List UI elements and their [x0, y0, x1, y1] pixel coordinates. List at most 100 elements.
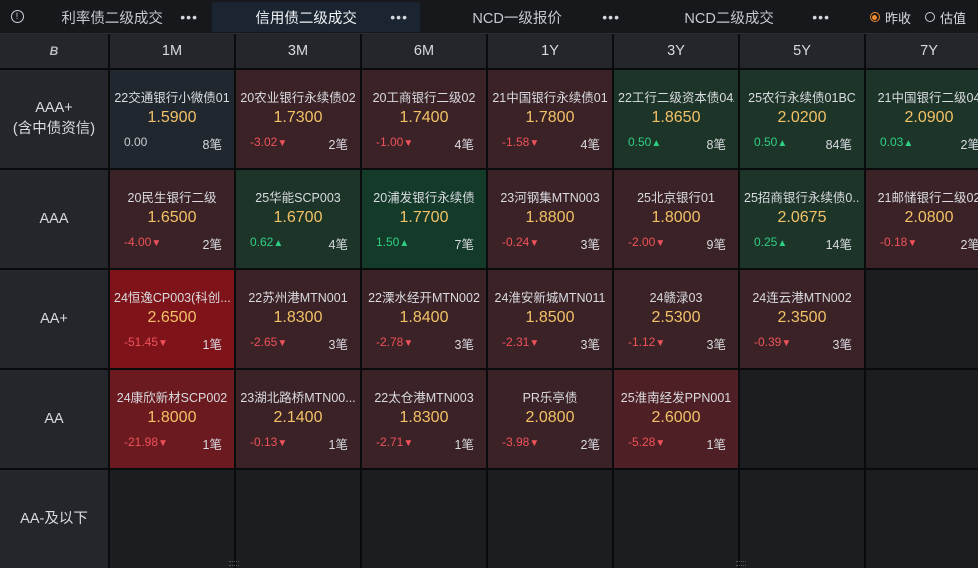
- trade-count: 1笔: [202, 438, 222, 452]
- bond-yield: 2.6000: [651, 409, 701, 426]
- bond-cell[interactable]: 24连云港MTN002 2.3500 -0.39▼ 3笔: [740, 270, 864, 368]
- bond-cell[interactable]: 22交通银行小微债01 1.5900 0.00 8笔: [110, 70, 234, 168]
- bond-cell[interactable]: 24淮安新城MTN011 1.8500 -2.31▼ 3笔: [488, 270, 612, 368]
- tab-ncd-secondary[interactable]: NCD二级成交 •••: [636, 2, 842, 32]
- empty-cell: [740, 370, 864, 468]
- bond-name: 22交通银行小微债01: [114, 91, 230, 105]
- bond-yield: 1.7300: [273, 109, 323, 126]
- bond-cell[interactable]: 25招商银行永续债0... 2.0675 0.25▲ 14笔: [740, 170, 864, 268]
- bond-cell[interactable]: 22溧水经开MTN002 1.8400 -2.78▼ 3笔: [362, 270, 486, 368]
- change-value: 0.62: [250, 235, 274, 249]
- bond-yield: 2.0200: [777, 109, 827, 126]
- yield-change: -3.02▼: [250, 135, 287, 149]
- bond-name: 24连云港MTN002: [752, 291, 852, 305]
- bond-cell[interactable]: 23湖北路桥MTN00... 2.1400 -0.13▼ 1笔: [236, 370, 360, 468]
- triangle-down-icon: ▼: [158, 438, 168, 449]
- change-value: -3.98: [502, 435, 530, 449]
- bond-yield: 2.0800: [525, 409, 575, 426]
- bond-name: 22溧水经开MTN002: [368, 291, 480, 305]
- row-header: AA: [0, 370, 108, 468]
- bond-name: 22工行二级资本债04A: [618, 91, 734, 105]
- yield-change: -0.13▼: [250, 435, 287, 449]
- bond-yield: 2.0675: [777, 209, 827, 226]
- bond-cell[interactable]: 24赣渌03 2.5300 -1.12▼ 3笔: [614, 270, 738, 368]
- bond-cell[interactable]: 21邮储银行二级02 2.0800 -0.18▼ 2笔: [866, 170, 978, 268]
- trade-count: 2笔: [960, 238, 978, 252]
- radio-prev-close[interactable]: 昨收: [869, 8, 911, 27]
- bond-yield: 1.7700: [399, 209, 449, 226]
- resize-handle[interactable]: [229, 561, 239, 566]
- triangle-down-icon: ▼: [277, 138, 288, 149]
- more-dots-icon[interactable]: •••: [812, 9, 830, 25]
- empty-cell: [362, 470, 486, 568]
- yield-change: -21.98▼: [124, 435, 168, 449]
- empty-cell: [866, 470, 978, 568]
- triangle-down-icon: ▼: [655, 338, 666, 349]
- tab-credit-bond[interactable]: 信用债二级成交 •••: [212, 2, 420, 32]
- yield-change: -4.00▼: [124, 235, 161, 249]
- bond-cell[interactable]: 25华能SCP003 1.6700 0.62▲ 4笔: [236, 170, 360, 268]
- yield-change: -1.58▼: [502, 135, 539, 149]
- bond-name: 24恒逸CP003(科创...: [114, 291, 230, 305]
- resize-handle[interactable]: [736, 561, 746, 566]
- empty-cell: [866, 370, 978, 468]
- more-dots-icon[interactable]: •••: [602, 9, 620, 25]
- triangle-down-icon: ▼: [403, 438, 414, 449]
- trade-count: 2笔: [328, 138, 348, 152]
- change-value: -2.71: [376, 435, 404, 449]
- change-value: -2.31: [502, 335, 530, 349]
- trade-count: 9笔: [706, 238, 726, 252]
- trade-count: 1笔: [706, 438, 726, 452]
- bond-name: 25招商银行永续债0...: [744, 191, 860, 205]
- yield-change: -2.65▼: [250, 335, 287, 349]
- yield-change: -0.18▼: [880, 235, 917, 249]
- empty-cell: [614, 470, 738, 568]
- change-value: -1.00: [376, 135, 404, 149]
- tab-label: NCD一级报价: [472, 10, 562, 27]
- trade-count: 1笔: [328, 438, 348, 452]
- bond-cell[interactable]: 24康欣新材SCP002 1.8000 -21.98▼ 1笔: [110, 370, 234, 468]
- yield-change: 0.25▲: [754, 235, 787, 249]
- bond-cell[interactable]: 25淮南经发PPN001 2.6000 -5.28▼ 1笔: [614, 370, 738, 468]
- triangle-down-icon: ▼: [781, 338, 792, 349]
- bond-cell[interactable]: 20农业银行永续债02 1.7300 -3.02▼ 2笔: [236, 70, 360, 168]
- credit-bond-matrix: B 1M 3M 6M 1Y 3Y 5Y 7Y AAA+ (含中债资信) 22交通银行小微债01 1.…: [0, 34, 978, 568]
- bond-cell[interactable]: 20民生银行二级 1.6500 -4.00▼ 2笔: [110, 170, 234, 268]
- yield-change: -1.00▼: [376, 135, 413, 149]
- change-value: -51.45: [124, 335, 159, 349]
- trade-count: 3笔: [328, 338, 348, 352]
- bond-name: 24赣渌03: [649, 291, 703, 305]
- trade-count: 1笔: [454, 438, 474, 452]
- radio-dot-icon: [924, 12, 935, 22]
- bond-cell[interactable]: 24恒逸CP003(科创... 2.6500 -51.45▼ 1笔: [110, 270, 234, 368]
- bond-cell[interactable]: 21中国银行永续债01 1.7800 -1.58▼ 4笔: [488, 70, 612, 168]
- trade-count: 2笔: [580, 438, 600, 452]
- bond-cell[interactable]: PR乐亭债 2.0800 -3.98▼ 2笔: [488, 370, 612, 468]
- trade-count: 2笔: [960, 138, 978, 152]
- corner-logo: B: [0, 34, 108, 68]
- bond-name: 23河钢集MTN003: [500, 191, 600, 205]
- more-dots-icon[interactable]: •••: [180, 9, 198, 25]
- bond-cell[interactable]: 21中国银行二级04 2.0900 0.03▲ 2笔: [866, 70, 978, 168]
- bond-cell[interactable]: 22苏州港MTN001 1.8300 -2.65▼ 3笔: [236, 270, 360, 368]
- bond-cell[interactable]: 25农行永续债01BC 2.0200 0.50▲ 84笔: [740, 70, 864, 168]
- change-value: 0.03: [880, 135, 904, 149]
- info-icon[interactable]: !: [0, 0, 34, 34]
- radio-valuation[interactable]: 估值: [924, 8, 966, 27]
- bond-cell[interactable]: 22太仓港MTN003 1.8300 -2.71▼ 1笔: [362, 370, 486, 468]
- bond-cell[interactable]: 25北京银行01 1.8000 -2.00▼ 9笔: [614, 170, 738, 268]
- tab-ncd-primary[interactable]: NCD一级报价 •••: [422, 2, 632, 32]
- radio-label: 昨收: [884, 10, 911, 26]
- row-header: AA+: [0, 270, 108, 368]
- bond-cell[interactable]: 23河钢集MTN003 1.8800 -0.24▼ 3笔: [488, 170, 612, 268]
- change-value: 0.50: [628, 135, 652, 149]
- tab-rate-bond[interactable]: 利率债二级成交 •••: [34, 2, 210, 32]
- column-header: 1Y: [488, 34, 612, 68]
- bond-yield: 1.8800: [525, 209, 575, 226]
- trade-count: 4笔: [328, 238, 348, 252]
- bond-cell[interactable]: 22工行二级资本债04A 1.8650 0.50▲ 8笔: [614, 70, 738, 168]
- bond-cell[interactable]: 20工商银行二级02 1.7400 -1.00▼ 4笔: [362, 70, 486, 168]
- column-header: 3M: [236, 34, 360, 68]
- bond-cell[interactable]: 20浦发银行永续债 1.7700 1.50▲ 7笔: [362, 170, 486, 268]
- more-dots-icon[interactable]: •••: [390, 9, 408, 25]
